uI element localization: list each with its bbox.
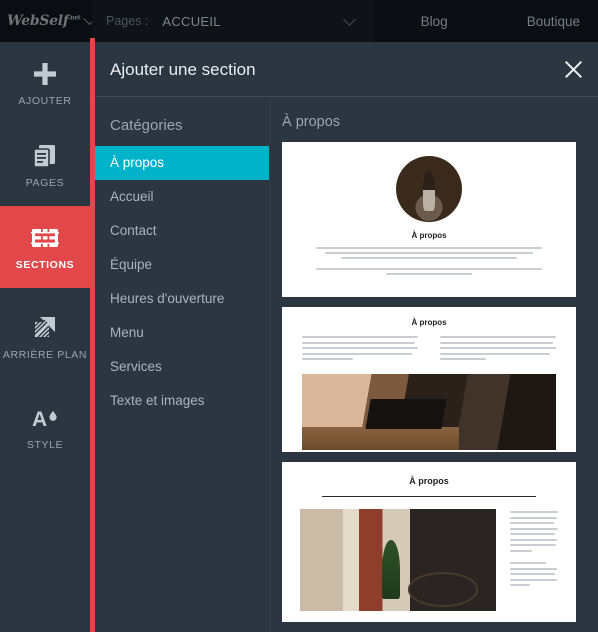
sidebar-item-ajouter[interactable]: AJOUTER xyxy=(0,42,90,124)
placeholder-text-line xyxy=(325,252,533,254)
chevron-down-icon[interactable] xyxy=(342,13,356,26)
placeholder-text-line xyxy=(510,538,558,541)
modal-header: Ajouter une section xyxy=(95,42,598,97)
divider xyxy=(322,496,536,497)
template-list: À propos À propos À propos xyxy=(270,130,598,622)
logo-suffix: .net xyxy=(68,14,81,22)
sidebar-label-ajouter: AJOUTER xyxy=(18,94,72,107)
placeholder-text-line xyxy=(440,347,556,349)
placeholder-text-line xyxy=(510,584,531,586)
placeholder-text-line xyxy=(510,573,556,575)
placeholder-text-line xyxy=(510,544,557,546)
template-text-columns xyxy=(302,336,556,364)
sidebar-label-style: STYLE xyxy=(26,438,64,451)
pages-current-value: ACCUEIL xyxy=(162,13,221,29)
placeholder-text-line xyxy=(510,527,558,530)
category-item-accueil[interactable]: Accueil xyxy=(95,180,269,214)
left-sidebar: AJOUTER PAGES SECTIONS ARRIÈRE PLAN A ST… xyxy=(0,42,90,632)
nav-link-boutique[interactable]: Boutique xyxy=(509,14,598,29)
preview-heading: À propos xyxy=(282,114,341,130)
template-body xyxy=(300,509,558,611)
category-item-menu[interactable]: Menu xyxy=(95,316,269,350)
template-card-about-centered-circle-photo[interactable]: À propos xyxy=(282,142,576,297)
template-photo xyxy=(396,156,462,222)
placeholder-text-line xyxy=(440,358,487,360)
modal-body: Catégories À propos Accueil Contact Équi… xyxy=(95,97,598,632)
placeholder-text-line xyxy=(510,578,558,581)
template-text-column-right xyxy=(440,336,556,364)
sidebar-label-pages: PAGES xyxy=(25,176,65,189)
placeholder-text-line xyxy=(302,341,415,344)
category-item-equipe[interactable]: Équipe xyxy=(95,248,269,282)
placeholder-text-line xyxy=(302,347,418,349)
category-item-services[interactable]: Services xyxy=(95,350,269,384)
template-text-column-left xyxy=(302,336,418,364)
placeholder-text-line xyxy=(510,511,558,513)
template-title: À propos xyxy=(409,476,449,486)
placeholder-text-line xyxy=(302,352,413,355)
categories-panel: Catégories À propos Accueil Contact Équi… xyxy=(95,97,270,632)
sidebar-item-style[interactable]: A STYLE xyxy=(0,386,90,468)
page-selector[interactable]: Pages : ACCUEIL xyxy=(92,0,374,42)
sidebar-item-arriere-plan[interactable]: ARRIÈRE PLAN xyxy=(0,288,90,386)
sidebar-label-sections: SECTIONS xyxy=(15,258,75,271)
category-item-a-propos[interactable]: À propos xyxy=(95,146,269,180)
app-root: WebSelf.net Pages : ACCUEIL Blog Boutiqu… xyxy=(0,0,598,632)
template-card-about-two-columns-with-image[interactable]: À propos xyxy=(282,307,576,452)
svg-text:A: A xyxy=(32,408,47,431)
logo-text: WebSelf xyxy=(7,13,69,29)
placeholder-text-line xyxy=(302,336,418,338)
placeholder-text-line xyxy=(510,562,547,564)
placeholder-text-line xyxy=(340,257,518,259)
top-nav-links: Blog Boutique xyxy=(374,0,598,42)
sections-icon xyxy=(30,223,60,253)
pages-icon xyxy=(30,141,60,171)
logo-dropdown[interactable]: WebSelf.net xyxy=(0,0,97,42)
placeholder-text-line xyxy=(386,273,472,275)
template-text-column xyxy=(510,509,558,611)
templates-preview-panel: À propos À propos À propos À propos xyxy=(270,97,598,632)
template-title: À propos xyxy=(411,318,447,327)
sidebar-label-arriere-plan: ARRIÈRE PLAN xyxy=(2,348,88,361)
template-photo xyxy=(300,509,496,611)
placeholder-text-line xyxy=(302,358,354,360)
category-item-texte-et-images[interactable]: Texte et images xyxy=(95,384,269,418)
category-item-heures-douverture[interactable]: Heures d'ouverture xyxy=(95,282,269,316)
modal-title: Ajouter une section xyxy=(110,60,256,79)
plus-icon xyxy=(30,59,60,89)
top-bar: WebSelf.net Pages : ACCUEIL Blog Boutiqu… xyxy=(0,0,598,43)
add-section-modal: Ajouter une section Catégories À propos … xyxy=(95,42,598,632)
sidebar-item-sections[interactable]: SECTIONS xyxy=(0,206,90,288)
placeholder-text-line xyxy=(440,336,556,338)
category-item-contact[interactable]: Contact xyxy=(95,214,269,248)
placeholder-text-line xyxy=(316,247,542,249)
placeholder-text-line xyxy=(440,352,551,355)
background-icon xyxy=(30,313,60,343)
placeholder-text-line xyxy=(440,341,553,344)
placeholder-text-line xyxy=(510,533,556,535)
placeholder-text-line xyxy=(316,268,542,270)
placeholder-text-line xyxy=(510,567,557,570)
close-icon[interactable] xyxy=(562,58,584,80)
template-photo xyxy=(302,373,556,450)
sidebar-item-pages[interactable]: PAGES xyxy=(0,124,90,206)
placeholder-text-line xyxy=(510,516,557,519)
template-card-about-image-left-text-right[interactable]: À propos xyxy=(282,462,576,622)
categories-heading: Catégories xyxy=(110,117,183,134)
webself-logo: WebSelf.net xyxy=(7,13,81,29)
placeholder-text-line xyxy=(510,549,533,552)
template-title: À propos xyxy=(411,231,447,240)
pages-label: Pages : xyxy=(106,14,149,28)
nav-link-blog[interactable]: Blog xyxy=(403,14,466,29)
placeholder-text-line xyxy=(510,522,555,524)
style-icon: A xyxy=(30,403,60,433)
